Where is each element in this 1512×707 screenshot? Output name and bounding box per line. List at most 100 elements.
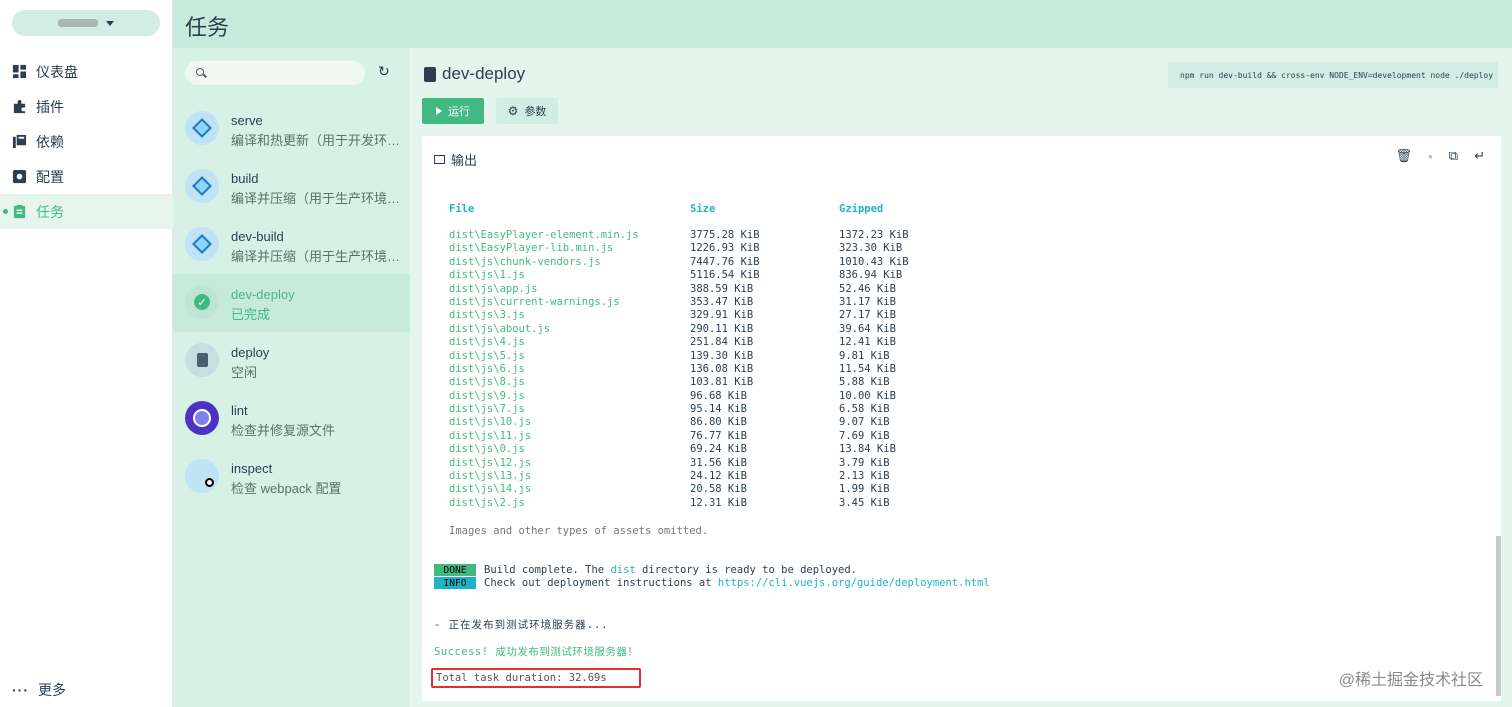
table-row: dist\js\1.js 5116.54 KiB 836.94 KiB	[422, 269, 1122, 282]
asset-gzipped: 7.69 KiB	[839, 429, 890, 442]
task-name: dev-build	[231, 229, 284, 244]
asset-file: dist\js\12.js	[449, 456, 532, 469]
task-name: inspect	[231, 461, 273, 476]
parameters-button[interactable]: ⚙ 参数	[496, 98, 558, 124]
nav-item-config[interactable]: 配置	[0, 159, 173, 194]
asset-size: 31.56 KiB	[690, 456, 747, 469]
task-desc: 编译并压缩（用于生产环境…	[231, 249, 401, 264]
gear-icon: ⚙	[507, 104, 519, 118]
asset-gzipped: 1.99 KiB	[839, 483, 890, 496]
nav-item-plugins[interactable]: 插件	[0, 89, 173, 124]
asset-size: 329.91 KiB	[690, 309, 754, 322]
caret-down-icon	[106, 20, 114, 26]
nav-item-dependencies[interactable]: 依赖	[0, 124, 173, 159]
asset-gzipped: 3.79 KiB	[839, 456, 890, 469]
task-desc: 空闲	[231, 365, 258, 380]
asset-gzipped: 1372.23 KiB	[839, 229, 909, 241]
asset-size: 1226.93 KiB	[690, 242, 760, 255]
asset-gzipped: 5.88 KiB	[839, 376, 890, 389]
table-row: dist\js\2.js 12.31 KiB 3.45 KiB	[422, 497, 1122, 510]
task-name: serve	[231, 113, 263, 128]
parameters-button-label: 参数	[524, 106, 547, 118]
task-item-serve[interactable]: serve 编译和热更新（用于开发环…	[173, 100, 410, 158]
task-item-dev-build[interactable]: dev-build 编译并压缩（用于生产环境…	[173, 216, 410, 274]
asset-file: dist\js\6.js	[449, 362, 525, 375]
task-item-dev-deploy[interactable]: ✓ dev-deploy 已完成	[173, 274, 410, 332]
table-row: dist\js\6.js 136.08 KiB 11.54 KiB	[422, 363, 1122, 376]
asset-size: 3775.28 KiB	[690, 229, 760, 241]
nav-item-dashboard[interactable]: 仪表盘	[0, 54, 173, 89]
task-item-deploy[interactable]: deploy 空闲	[173, 332, 410, 390]
asset-size: 136.08 KiB	[690, 362, 754, 375]
asset-size: 290.11 KiB	[690, 322, 754, 335]
task-item-inspect[interactable]: inspect 检查 webpack 配置	[173, 448, 410, 506]
asset-gzipped: 39.64 KiB	[839, 322, 896, 335]
page-title: 任务	[185, 15, 230, 40]
asset-file: dist\js\0.js	[449, 443, 525, 456]
refresh-icon[interactable]: ↻	[378, 63, 390, 80]
eslint-icon	[185, 401, 219, 435]
nav-item-label: 插件	[36, 98, 64, 115]
scrollbar[interactable]	[1496, 536, 1501, 696]
task-detail-panel: dev-deploy npm run dev-build && cross-en…	[410, 48, 1512, 707]
asset-file: dist\js\current-warnings.js	[449, 295, 620, 308]
output-header: 输出	[434, 150, 477, 169]
deployment-guide-link[interactable]: https://cli.vuejs.org/guide/deployment.h…	[718, 577, 990, 589]
asset-file: dist\js\chunk-vendors.js	[449, 255, 601, 268]
nav-item-label: 配置	[36, 168, 64, 185]
task-list: ↻ serve 编译和热更新（用于开发环… build 编译并压缩（用于生产环境…	[173, 48, 410, 707]
asset-gzipped: 52.46 KiB	[839, 282, 896, 295]
table-row: dist\js\chunk-vendors.js 7447.76 KiB 1010.…	[422, 256, 1122, 269]
table-row: dist\js\10.js 86.80 KiB 9.07 KiB	[422, 416, 1122, 429]
asset-size: 96.68 KiB	[690, 389, 747, 402]
task-item-build[interactable]: build 编译并压缩（用于生产环境…	[173, 158, 410, 216]
task-desc: 检查 webpack 配置	[231, 481, 342, 496]
asset-gzipped: 323.30 KiB	[839, 242, 903, 255]
asset-file: dist\EasyPlayer-element.min.js	[449, 229, 639, 241]
asset-file: dist\EasyPlayer-lib.min.js	[449, 242, 614, 255]
info-message: Check out deployment instructions at htt…	[484, 577, 990, 589]
asset-file: dist\js\8.js	[449, 376, 525, 389]
asset-gzipped: 27.17 KiB	[839, 309, 896, 322]
asset-file: dist\js\10.js	[449, 416, 532, 429]
asset-file: dist\js\14.js	[449, 483, 532, 496]
done-message-dir: dist	[610, 564, 636, 576]
output-toolbar: 🗑 ● ⧉ ↵	[1395, 148, 1485, 164]
asset-file: dist\js\13.js	[449, 470, 532, 483]
done-message-post: directory is ready to be deployed.	[635, 564, 857, 576]
table-row: dist\js\14.js 20.58 KiB 1.99 KiB	[422, 483, 1122, 496]
clipboard-icon	[424, 66, 436, 82]
copy-icon[interactable]: ⧉	[1449, 148, 1458, 164]
nav-item-label: 仪表盘	[36, 63, 78, 80]
asset-size: 95.14 KiB	[690, 403, 747, 416]
asset-file: dist\js\about.js	[449, 322, 551, 335]
nav-list: 仪表盘 插件 依赖 配置 任务	[0, 54, 173, 229]
nav-item-tasks[interactable]: 任务	[0, 194, 173, 229]
task-name: dev-deploy	[231, 287, 295, 302]
done-badge: DONE	[434, 564, 476, 576]
table-row: dist\js\3.js 329.91 KiB 27.17 KiB	[422, 309, 1122, 322]
library-icon	[12, 134, 27, 149]
left-nav: 仪表盘 插件 依赖 配置 任务 ··· 更多	[0, 0, 173, 707]
done-message-pre: Build complete. The	[484, 564, 611, 576]
asset-size: 251.84 KiB	[690, 336, 754, 349]
asset-size: 24.12 KiB	[690, 470, 747, 483]
trash-icon[interactable]: 🗑	[1395, 148, 1412, 164]
table-row: dist\js\7.js 95.14 KiB 6.58 KiB	[422, 403, 1122, 416]
enter-icon[interactable]: ↵	[1474, 148, 1485, 164]
webpack-icon	[185, 227, 219, 261]
asset-gzipped: 31.17 KiB	[839, 295, 896, 308]
asset-file: dist\js\7.js	[449, 403, 525, 416]
task-item-lint[interactable]: lint 检查并修复源文件	[173, 390, 410, 448]
project-selector[interactable]	[12, 10, 160, 36]
asset-size: 7447.76 KiB	[690, 255, 760, 268]
search-input[interactable]	[185, 61, 365, 85]
watermark: @稀土掘金技术社区	[1338, 672, 1483, 689]
asset-file: dist\js\3.js	[449, 309, 525, 322]
asset-file: dist\js\4.js	[449, 336, 525, 349]
nav-more[interactable]: ··· 更多	[12, 680, 66, 700]
output-label: 输出	[451, 153, 478, 168]
asset-file: dist\js\5.js	[449, 349, 525, 362]
run-button[interactable]: 运行	[422, 98, 484, 124]
table-row: dist\js\11.js 76.77 KiB 7.69 KiB	[422, 430, 1122, 443]
